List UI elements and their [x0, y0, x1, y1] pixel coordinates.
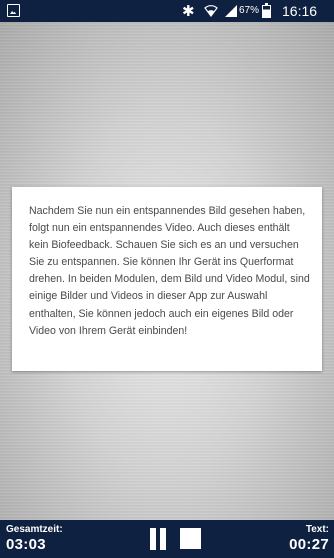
battery-percent: 67%	[239, 5, 260, 16]
info-text: Nachdem Sie nun ein entspannendes Bild g…	[29, 205, 310, 337]
clock: 16:16	[282, 3, 318, 19]
image-notification-icon	[7, 4, 20, 17]
pause-button[interactable]	[148, 528, 168, 550]
bluetooth-icon: ✱	[182, 3, 195, 20]
status-bar: ✱ 67% 16:16	[0, 0, 334, 22]
text-time-label: Text:	[305, 524, 329, 535]
bottom-bar: Gesamtzeit: 03:03 Text: 00:27	[0, 520, 334, 558]
battery-icon	[262, 3, 271, 18]
signal-icon	[225, 5, 237, 17]
wifi-icon	[204, 5, 218, 17]
pause-icon	[150, 528, 156, 550]
total-time-label: Gesamtzeit:	[6, 524, 63, 535]
stop-button[interactable]	[180, 528, 201, 549]
text-time-value: 00:27	[289, 536, 329, 553]
background-area: Nachdem Sie nun ein entspannendes Bild g…	[0, 22, 334, 520]
pause-icon	[160, 528, 166, 550]
info-card: Nachdem Sie nun ein entspannendes Bild g…	[12, 187, 322, 371]
app-screen: ✱ 67% 16:16 Nachdem Sie nun ein entspann…	[0, 0, 334, 558]
total-time-value: 03:03	[6, 536, 46, 553]
